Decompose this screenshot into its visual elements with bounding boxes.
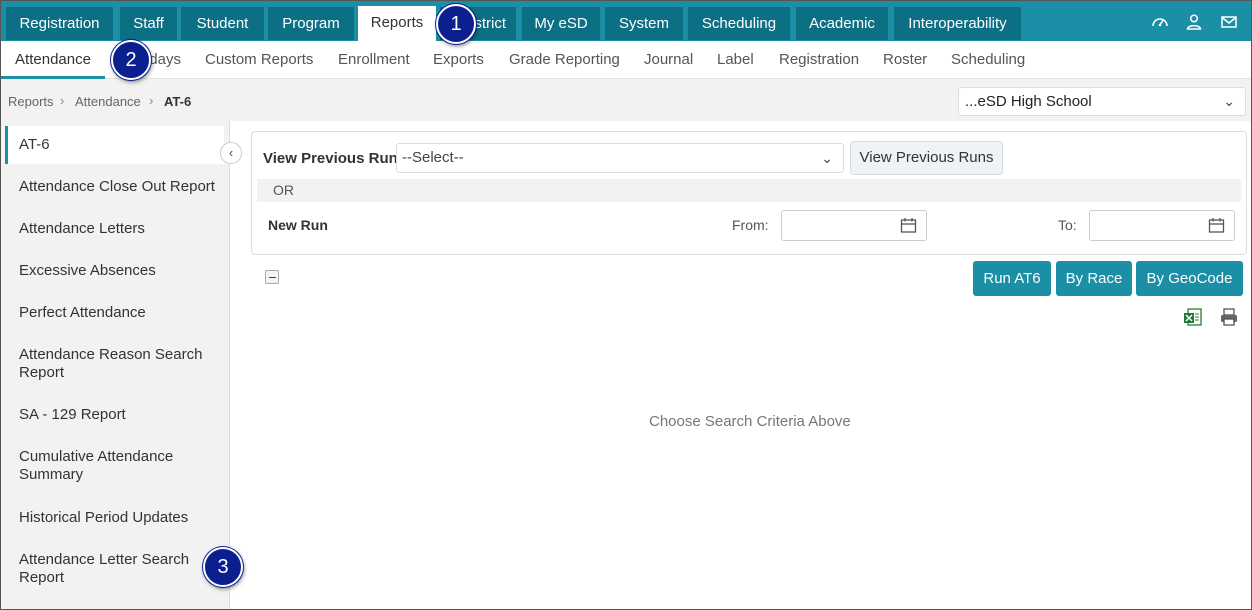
callout-badge: 1 [436, 4, 476, 44]
subtab-grade-reporting[interactable]: Grade Reporting [509, 41, 620, 79]
empty-state-message: Choose Search Criteria Above [649, 413, 851, 430]
chevron-right-icon: › [149, 93, 154, 108]
user-icon[interactable] [1185, 13, 1203, 31]
chevron-down-icon: ⌄ [821, 150, 833, 166]
new-run-label: New Run [268, 217, 328, 233]
collapse-panel-button[interactable] [265, 270, 279, 284]
callout-badge: 3 [203, 547, 243, 587]
from-date-input[interactable] [781, 210, 927, 241]
subtab-attendance[interactable]: Attendance [1, 41, 105, 79]
or-label: OR [273, 182, 294, 198]
previous-run-select-value: --Select-- [402, 149, 464, 166]
top-navigation: Registration Staff Student Program Repor… [1, 1, 1251, 41]
tab-staff[interactable]: Staff [120, 7, 177, 40]
subtab-custom-reports[interactable]: Custom Reports [205, 41, 313, 79]
sidebar-item-letters[interactable]: Attendance Letters [5, 220, 224, 238]
app-window: Registration Staff Student Program Repor… [0, 0, 1252, 610]
breadcrumb-current: AT-6 [164, 94, 192, 109]
mail-icon[interactable] [1220, 13, 1238, 31]
sidebar-item-letter-search[interactable]: Attendance Letter Search Report [5, 551, 224, 587]
chevron-right-icon: › [60, 93, 65, 108]
breadcrumb-attendance[interactable]: Attendance [75, 94, 141, 109]
tab-interoperability[interactable]: Interoperability [894, 7, 1021, 40]
subtab-exports[interactable]: Exports [433, 41, 484, 79]
collapse-sidebar-button[interactable]: ‹ [220, 142, 242, 164]
by-race-button[interactable]: By Race [1056, 261, 1132, 296]
or-divider: OR [257, 179, 1241, 202]
to-label: To: [1058, 217, 1077, 233]
chevron-left-icon: ‹ [228, 145, 234, 160]
subtab-label[interactable]: Label [717, 41, 754, 79]
sidebar-item-sa129[interactable]: SA - 129 Report [5, 406, 224, 424]
sidebar-item-at6[interactable]: AT-6 [5, 126, 224, 164]
view-previous-runs-button[interactable]: View Previous Runs [850, 141, 1003, 175]
to-date-input[interactable] [1089, 210, 1235, 241]
subtab-scheduling[interactable]: Scheduling [951, 41, 1025, 79]
tab-program[interactable]: Program [268, 7, 354, 40]
subtab-enrollment[interactable]: Enrollment [338, 41, 410, 79]
sub-navigation: Attendance Holidays Custom Reports Enrol… [1, 41, 1251, 79]
tab-my-esd[interactable]: My eSD [522, 7, 600, 40]
tab-academic[interactable]: Academic [796, 7, 888, 40]
subtab-roster[interactable]: Roster [883, 41, 927, 79]
calendar-icon[interactable] [900, 217, 917, 234]
excel-export-icon[interactable] [1183, 307, 1203, 327]
subtab-registration[interactable]: Registration [779, 41, 859, 79]
sidebar-item-historical-period[interactable]: Historical Period Updates [5, 509, 224, 527]
sidebar-item-cumulative-summary[interactable]: Cumulative Attendance Summary [5, 448, 224, 484]
sidebar-item-close-out[interactable]: Attendance Close Out Report [5, 178, 224, 196]
tab-reports[interactable]: Reports [358, 6, 436, 41]
subtab-journal[interactable]: Journal [644, 41, 693, 79]
school-select-value: ...eSD High School [965, 93, 1092, 110]
sidebar-item-excessive-absences[interactable]: Excessive Absences [5, 262, 224, 280]
school-select[interactable]: ...eSD High School ⌄ [958, 87, 1246, 116]
from-label: From: [732, 217, 769, 233]
by-geocode-button[interactable]: By GeoCode [1136, 261, 1243, 296]
run-at6-button[interactable]: Run AT6 [973, 261, 1051, 296]
chevron-down-icon: ⌄ [1223, 93, 1235, 109]
sidebar-item-reason-search[interactable]: Attendance Reason Search Report [5, 346, 224, 382]
sidebar-item-perfect-attendance[interactable]: Perfect Attendance [5, 304, 224, 322]
tab-scheduling[interactable]: Scheduling [688, 7, 790, 40]
previous-run-select[interactable]: --Select-- ⌄ [396, 143, 844, 173]
sidebar: AT-6 Attendance Close Out Report Attenda… [1, 121, 230, 609]
tab-registration[interactable]: Registration [6, 7, 113, 40]
tab-student[interactable]: Student [181, 7, 264, 40]
breadcrumb-reports[interactable]: Reports [8, 94, 54, 109]
tab-system[interactable]: System [605, 7, 683, 40]
dashboard-icon[interactable] [1151, 13, 1169, 31]
print-icon[interactable] [1219, 307, 1239, 327]
view-previous-run-label: View Previous Run [263, 150, 398, 167]
callout-badge: 2 [111, 40, 151, 80]
calendar-icon[interactable] [1208, 217, 1225, 234]
